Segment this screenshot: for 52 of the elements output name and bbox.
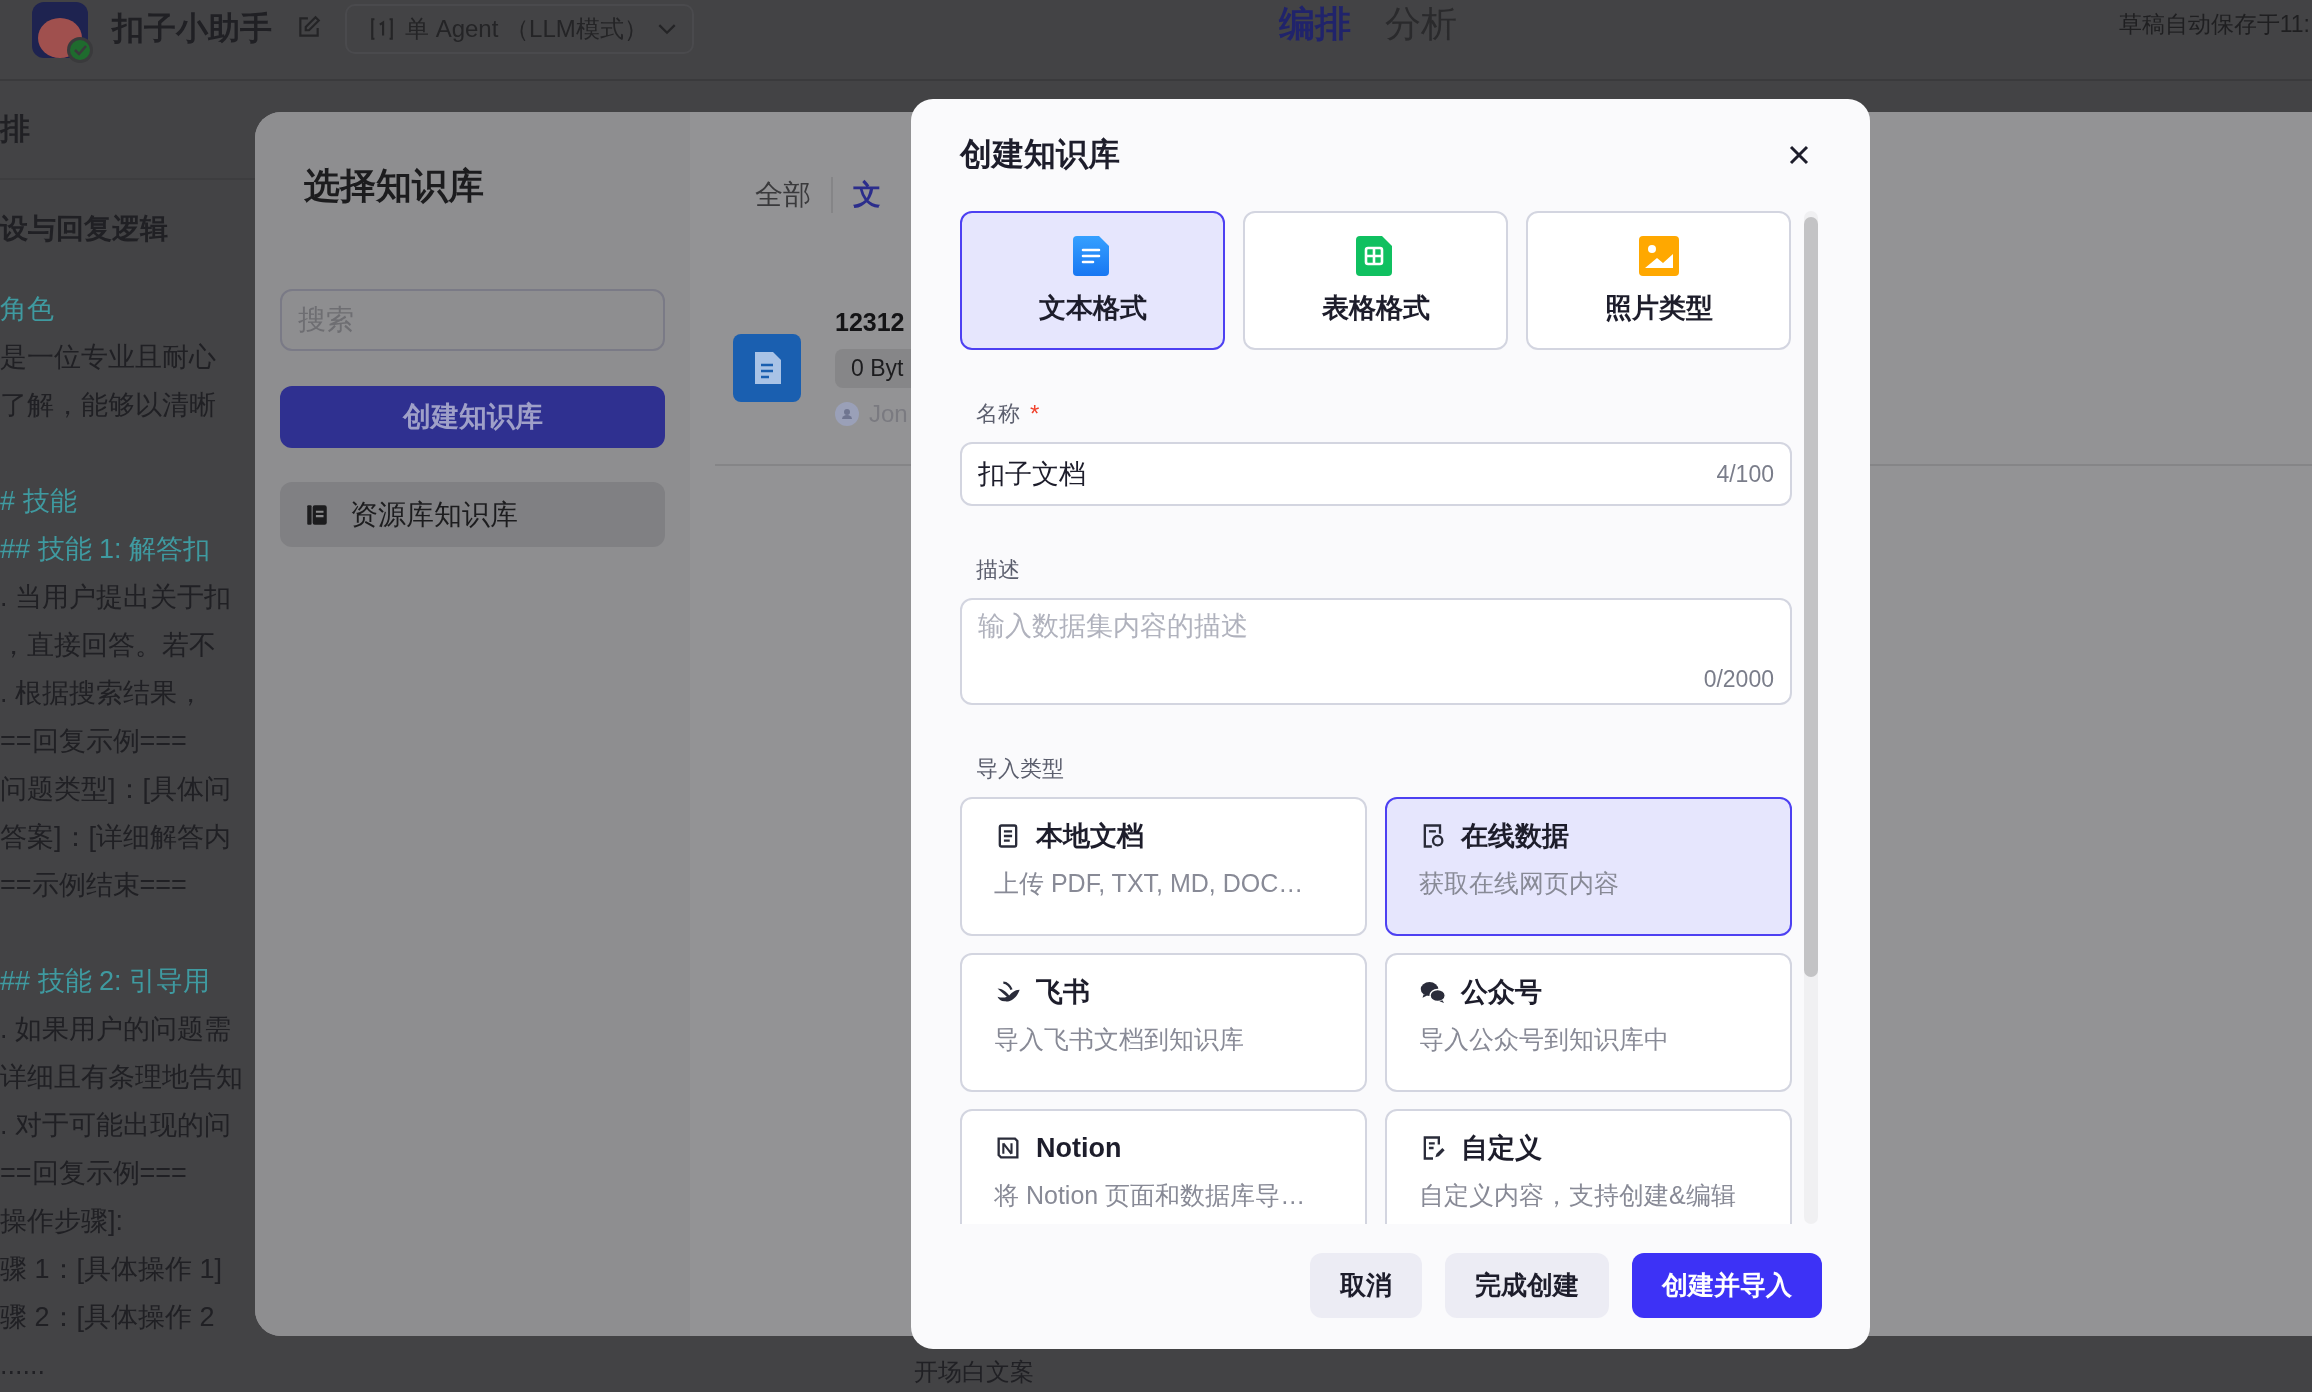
dialog-title: 选择知识库: [304, 164, 485, 208]
required-mark: *: [1030, 400, 1040, 428]
option-title: 公众号: [1461, 976, 1542, 1009]
character-counter: 4/100: [1716, 460, 1774, 488]
option-description: 导入公众号到知识库中: [1419, 1024, 1670, 1055]
filter-tab[interactable]: 文: [853, 176, 881, 214]
option-description: 自定义内容，支持创建&编辑: [1419, 1180, 1737, 1211]
prompt-heading: ## 技能 1: 解答扣: [0, 533, 212, 566]
field-label: 导入类型: [976, 755, 1064, 783]
format-option[interactable]: 表格格式: [1243, 211, 1508, 350]
format-option[interactable]: 照片类型: [1526, 211, 1791, 350]
prompt-heading: ## 技能 2: 引导用: [0, 965, 212, 998]
user-icon: [835, 402, 859, 426]
prompt-heading: # 技能: [0, 485, 78, 518]
option-description: 上传 PDF, TXT, MD, DOC…: [994, 868, 1305, 899]
prompt-line: ......: [0, 1349, 46, 1382]
character-counter: 0/2000: [1703, 666, 1774, 693]
create-button[interactable]: 创建知识库: [280, 386, 665, 448]
field-label: 名称: [976, 400, 1020, 428]
import-option[interactable]: 公众号 导入公众号到知识库中: [1385, 953, 1792, 1092]
edit-icon: [296, 14, 322, 40]
option-title: 自定义: [1461, 1132, 1542, 1165]
option-description: 将 Notion 页面和数据库导…: [994, 1180, 1307, 1211]
import-option[interactable]: 自定义 自定义内容，支持创建&编辑: [1385, 1109, 1792, 1224]
image-icon: [1638, 236, 1679, 276]
import-option[interactable]: 飞书 导入飞书文档到知识库: [960, 953, 1367, 1092]
field-label: 描述: [976, 556, 1020, 584]
description-field[interactable]: 输入数据集内容的描述 0/2000: [960, 598, 1792, 705]
import-option[interactable]: Notion 将 Notion 页面和数据库导…: [960, 1109, 1367, 1224]
format-option[interactable]: 文本格式: [960, 211, 1225, 350]
import-option[interactable]: 在线数据 获取在线网页内容: [1385, 797, 1792, 936]
name-field[interactable]: 扣子文档 4/100: [960, 442, 1792, 506]
chevron-down-icon: [658, 23, 676, 35]
scrollbar[interactable]: [1804, 211, 1818, 1224]
document-icon: [733, 334, 801, 402]
secondary-button[interactable]: 完成创建: [1445, 1253, 1609, 1318]
dialog-title: 创建知识库: [960, 135, 1120, 174]
secondary-button[interactable]: 取消: [1310, 1253, 1422, 1318]
option-title: 在线数据: [1461, 820, 1569, 853]
document-name: 12312: [835, 308, 905, 337]
option-title: Notion: [1036, 1132, 1122, 1164]
option-description: 导入飞书文档到知识库: [994, 1024, 1245, 1055]
prompt-heading: 角色: [0, 293, 55, 326]
source-item[interactable]: 资源库知识库: [280, 482, 665, 547]
option-title: 飞书: [1036, 976, 1090, 1009]
filter-tab[interactable]: 全部: [755, 176, 811, 214]
option-description: 获取在线网页内容: [1419, 868, 1620, 899]
mode-icon: [369, 16, 395, 42]
option-title: 本地文档: [1036, 820, 1144, 853]
create-and-import-button[interactable]: 创建并导入: [1632, 1253, 1822, 1318]
close-icon: [1787, 143, 1811, 167]
import-option[interactable]: 本地文档 上传 PDF, TXT, MD, DOC…: [960, 797, 1367, 936]
